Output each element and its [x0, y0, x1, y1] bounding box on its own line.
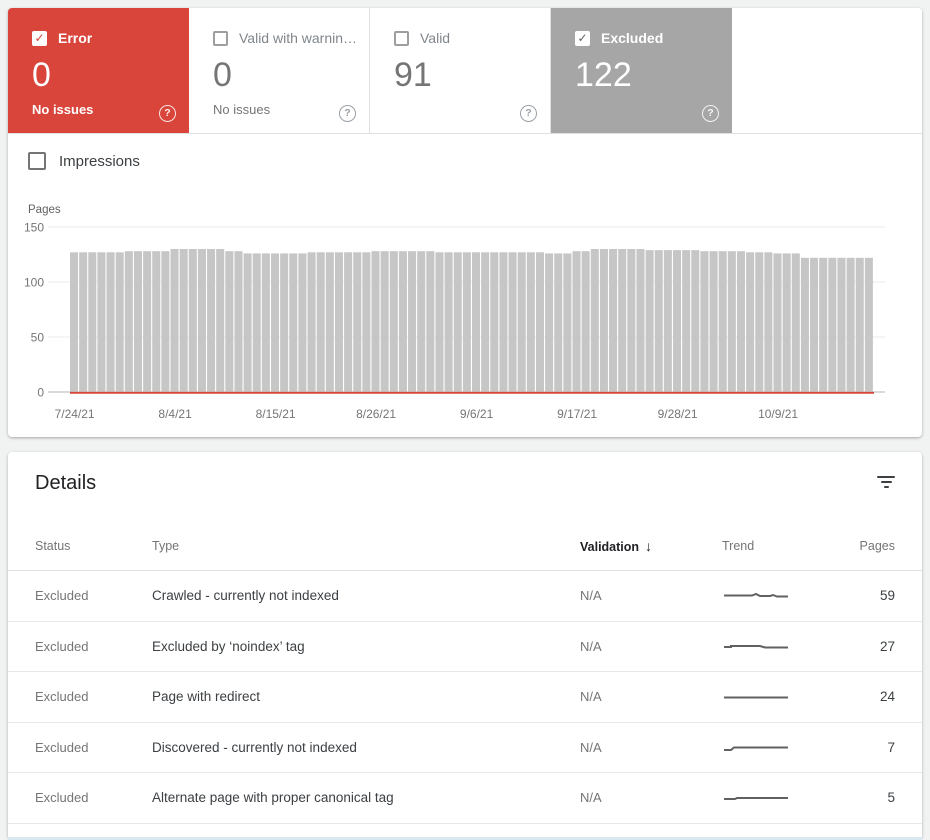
card-valid-with-warnings-subtext: No issues — [213, 102, 271, 117]
column-header-trend[interactable]: Trend — [722, 539, 817, 553]
svg-text:150: 150 — [24, 221, 44, 235]
svg-text:9/28/21: 9/28/21 — [658, 407, 698, 421]
row-type: Discovered - currently not indexed — [152, 739, 357, 755]
row-validation: N/A — [580, 739, 602, 755]
filter-icon[interactable] — [876, 475, 896, 492]
row-status: Excluded — [35, 638, 89, 654]
svg-text:50: 50 — [31, 331, 45, 345]
svg-text:10/9/21: 10/9/21 — [758, 407, 798, 421]
card-excluded-value: 122 — [575, 56, 632, 94]
svg-text:7/24/21: 7/24/21 — [55, 407, 95, 421]
valid-checkbox[interactable]: ✓ — [394, 30, 409, 46]
card-valid-with-warnings[interactable]: ✓ Valid with warnin… 0 No issues ? — [189, 8, 370, 133]
svg-text:100: 100 — [24, 276, 44, 290]
svg-text:Pages: Pages — [28, 204, 61, 216]
svg-text:8/26/21: 8/26/21 — [356, 407, 396, 421]
card-valid-with-warnings-label: Valid with warnin… — [239, 30, 355, 46]
impressions-toggle[interactable]: Impressions — [28, 152, 140, 170]
row-status: Excluded — [35, 588, 89, 604]
check-icon: ✓ — [34, 30, 45, 45]
card-valid[interactable]: ✓ Valid 91 ? — [370, 8, 551, 133]
row-pages: 24 — [879, 689, 895, 705]
status-cards-row: ✓ Error 0 No issues ? ✓ Valid with warni… — [8, 8, 922, 134]
card-error[interactable]: ✓ Error 0 No issues ? — [8, 8, 189, 133]
card-error-subtext: No issues — [32, 102, 94, 117]
row-trend-sparkline — [722, 636, 817, 656]
table-header-row: Status Type Validation ↓ Trend Pages — [8, 522, 922, 571]
details-table: Status Type Validation ↓ Trend Pages Excl… — [8, 522, 922, 824]
row-status: Excluded — [35, 739, 89, 755]
help-icon[interactable]: ? — [159, 105, 176, 122]
svg-text:8/15/21: 8/15/21 — [256, 407, 296, 421]
row-trend-sparkline — [722, 687, 817, 707]
row-pages: 7 — [887, 739, 895, 755]
row-status: Excluded — [35, 790, 89, 806]
details-panel: Details Status Type Validation ↓ Trend Pa… — [8, 452, 922, 837]
help-icon[interactable]: ? — [520, 105, 537, 122]
row-type: Excluded by ‘noindex’ tag — [152, 638, 305, 654]
pages-bar-chart: Pages 150 100 50 0 7/24/21 8/4/21 8/15/21 8/26/2… — [24, 204, 885, 421]
card-excluded-label: Excluded — [601, 30, 664, 46]
impressions-checkbox[interactable] — [28, 152, 46, 170]
card-error-label: Error — [58, 30, 93, 46]
impressions-label: Impressions — [59, 152, 140, 170]
row-status: Excluded — [35, 689, 89, 705]
svg-text:9/17/21: 9/17/21 — [557, 407, 597, 421]
svg-text:0: 0 — [37, 386, 44, 400]
row-pages: 59 — [879, 588, 895, 604]
help-icon[interactable]: ? — [339, 105, 356, 122]
row-trend-sparkline — [722, 737, 817, 757]
card-valid-with-warnings-value: 0 — [213, 56, 232, 94]
row-type: Alternate page with proper canonical tag — [152, 790, 394, 806]
row-validation: N/A — [580, 689, 602, 705]
error-checkbox[interactable]: ✓ — [32, 30, 47, 46]
table-row[interactable]: Excluded Discovered - currently not inde… — [8, 723, 922, 773]
column-header-type[interactable]: Type — [152, 539, 580, 553]
details-title: Details — [35, 472, 97, 494]
card-valid-value: 91 — [394, 56, 432, 94]
row-validation: N/A — [580, 638, 602, 654]
sort-down-icon: ↓ — [645, 538, 653, 554]
svg-text:8/4/21: 8/4/21 — [158, 407, 192, 421]
row-type: Crawled - currently not indexed — [152, 588, 339, 604]
row-pages: 5 — [887, 790, 895, 806]
row-type: Page with redirect — [152, 689, 261, 705]
table-body: Excluded Crawled - currently not indexed… — [8, 571, 922, 824]
help-icon[interactable]: ? — [702, 105, 719, 122]
table-row[interactable]: Excluded Crawled - currently not indexed… — [8, 571, 922, 622]
row-pages: 27 — [879, 638, 895, 654]
column-header-pages[interactable]: Pages — [817, 539, 895, 553]
table-row[interactable]: Excluded Excluded by ‘noindex’ tag N/A 2… — [8, 622, 922, 672]
cards-row-filler — [732, 8, 922, 133]
card-valid-label: Valid — [420, 30, 451, 46]
row-trend-sparkline — [722, 586, 817, 606]
card-excluded[interactable]: ✓ Excluded 122 ? — [551, 8, 732, 133]
table-row[interactable]: Excluded Alternate page with proper cano… — [8, 773, 922, 824]
coverage-summary-panel: ✓ Error 0 No issues ? ✓ Valid with warni… — [8, 8, 922, 437]
table-row[interactable]: Excluded Page with redirect N/A 24 — [8, 672, 922, 723]
row-trend-sparkline — [722, 788, 817, 808]
row-validation: N/A — [580, 790, 602, 806]
svg-text:9/6/21: 9/6/21 — [460, 407, 494, 421]
card-error-value: 0 — [32, 56, 51, 94]
column-header-status[interactable]: Status — [35, 539, 152, 553]
row-validation: N/A — [580, 588, 602, 604]
valid-with-warnings-checkbox[interactable]: ✓ — [213, 30, 228, 46]
column-header-validation[interactable]: Validation ↓ — [580, 538, 722, 554]
check-icon: ✓ — [577, 30, 588, 45]
excluded-checkbox[interactable]: ✓ — [575, 30, 590, 46]
